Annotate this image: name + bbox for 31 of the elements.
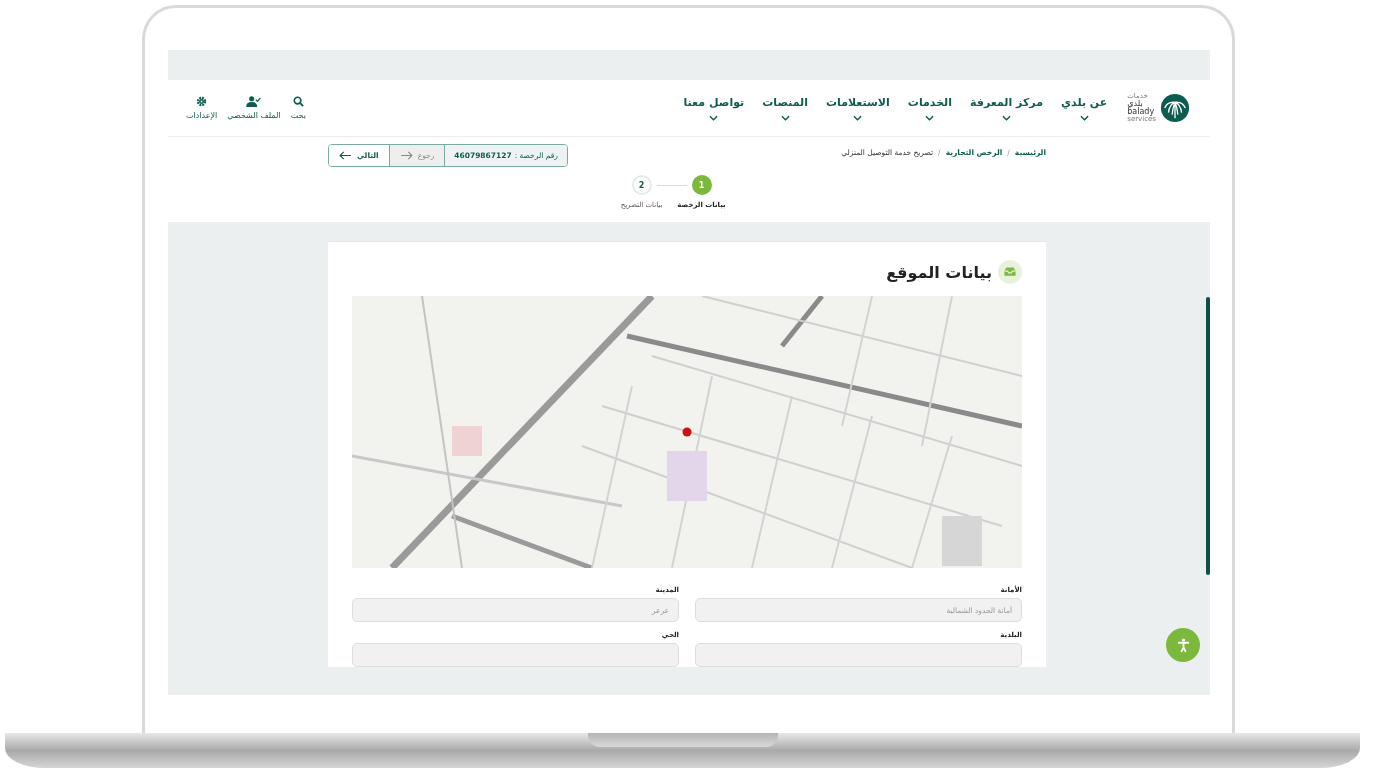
nav-menu-item[interactable]: مركز المعرفة [970, 95, 1043, 121]
chevron-down-icon [709, 114, 719, 121]
scrollbar[interactable] [1206, 297, 1210, 575]
chevron-down-icon [1002, 114, 1011, 121]
settings-icon [196, 96, 208, 107]
arrow-left-icon [339, 151, 352, 160]
nav-menu-item[interactable]: عن بلدي [1060, 95, 1108, 121]
logo-text: بلدي [1127, 100, 1143, 108]
nav-menu-item[interactable]: تواصل معنا [683, 95, 745, 121]
step-indicator: 1 [691, 175, 712, 195]
accessibility-icon [1176, 637, 1190, 653]
search-icon [292, 96, 304, 107]
chevron-down-icon [780, 114, 790, 121]
chevron-down-icon [1079, 114, 1089, 121]
nav-menu-item[interactable]: المنصات [762, 95, 808, 121]
nav-menu-item[interactable]: الاستعلامات [826, 95, 890, 121]
step-indicator: 2 [631, 175, 652, 195]
user-check-icon [246, 96, 262, 107]
section-title: بيانات الموقع [886, 262, 992, 282]
map-pin-icon [682, 427, 692, 437]
accessibility-button[interactable] [1166, 628, 1200, 662]
settings-tool-link[interactable]: الإعدادات [186, 96, 218, 120]
logo-text: balady [1127, 108, 1155, 116]
search-tool-link[interactable]: بحث [290, 96, 306, 120]
chevron-down-icon [925, 114, 935, 121]
arrow-right-icon [399, 151, 413, 160]
nav-menu-item[interactable]: الخدمات [907, 95, 952, 121]
inbox-icon [998, 260, 1022, 284]
profile-tool-link[interactable]: الملف الشخصي [227, 96, 281, 120]
palm-logo-icon [1160, 93, 1190, 123]
chevron-down-icon [853, 114, 863, 121]
